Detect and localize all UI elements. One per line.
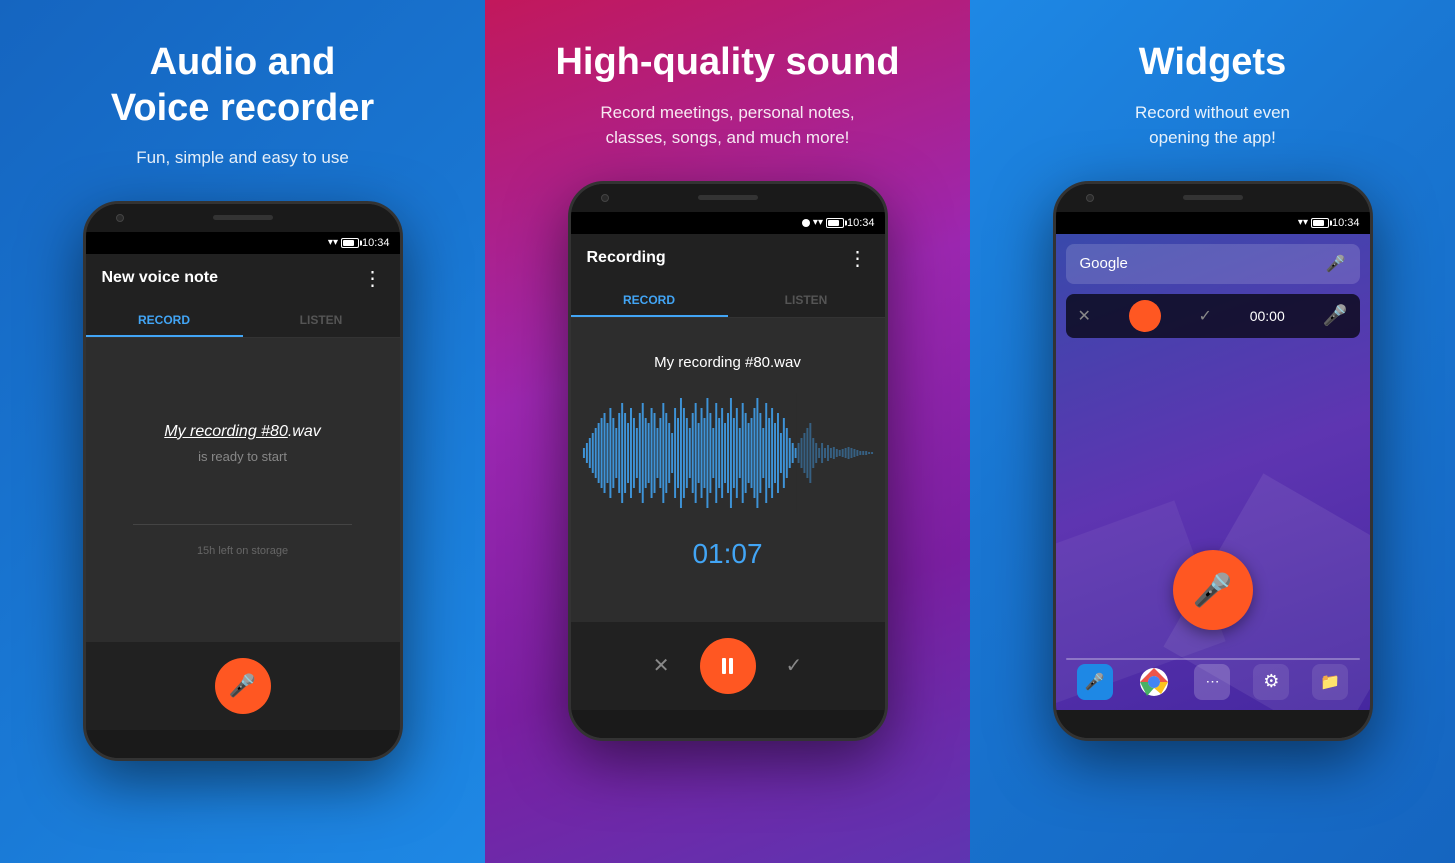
phone-status-bar-1: ▾▾ 10:34: [86, 232, 400, 254]
battery-icon-1: [341, 238, 359, 248]
phone-camera-1: [116, 214, 124, 222]
battery-icon-2: [826, 218, 844, 228]
status-icons-2: ▾▾ 10:34: [802, 217, 875, 229]
panel-1-title: Audio andVoice recorder: [111, 40, 374, 131]
panel-3-title: Widgets: [1139, 40, 1286, 86]
storage-text-1: 15h left on storage: [197, 545, 288, 557]
tabs-bar-1: RECORD LISTEN: [86, 303, 400, 338]
panel-widgets: Widgets Record without evenopening the a…: [970, 0, 1455, 863]
dock-icon-chrome[interactable]: [1136, 664, 1172, 700]
timer-2: 01:07: [692, 538, 762, 570]
wifi-status-3: ▾▾: [1298, 217, 1308, 228]
status-icons-1: ▾▾ 10:34: [328, 237, 390, 249]
widget-recorder-bar[interactable]: ✕ ✓ 00:00 🎤: [1066, 294, 1360, 338]
bottom-controls-2: ✕ ✓: [571, 622, 885, 710]
screen-content-1: My recording #80.wav is ready to start 1…: [86, 338, 400, 642]
waveform-svg-2: [581, 393, 875, 513]
time-3: 10:34: [1332, 217, 1360, 229]
wifi-status-2: ▾▾: [813, 217, 823, 228]
phone-screen-1: New voice note ⋮ RECORD LISTEN My record…: [86, 254, 400, 730]
more-options-1[interactable]: ⋮: [363, 266, 384, 291]
phone-status-bar-2: ▾▾ 10:34: [571, 212, 885, 234]
app-title-2: Recording: [587, 249, 666, 267]
tab-listen-1[interactable]: LISTEN: [243, 303, 400, 337]
confirm-icon-2[interactable]: ✓: [786, 653, 803, 678]
app-title-1: New voice note: [102, 269, 218, 287]
recording-name-underline-1: My recording #80: [164, 423, 288, 440]
panel-2-subtitle: Record meetings, personal notes,classes,…: [600, 100, 854, 151]
app-header-2: Recording ⋮: [571, 234, 885, 283]
bottom-controls-1: 🎤: [86, 642, 400, 730]
widget-screen-3: Google 🎤 ✕ ✓ 00:00 🎤 🎤: [1056, 234, 1370, 710]
widget-check-icon[interactable]: ✓: [1199, 306, 1212, 326]
tab-record-2[interactable]: RECORD: [571, 283, 728, 317]
pause-button-2[interactable]: [700, 638, 756, 694]
widget-mic-icon[interactable]: 🎤: [1323, 303, 1348, 328]
panel-high-quality: High-quality sound Record meetings, pers…: [485, 0, 970, 863]
time-1: 10:34: [362, 237, 390, 249]
tab-record-1[interactable]: RECORD: [86, 303, 243, 337]
time-2: 10:34: [847, 217, 875, 229]
panel-3-subtitle: Record without evenopening the app!: [1135, 100, 1290, 151]
status-icons-3: ▾▾ 10:34: [1298, 217, 1360, 229]
widget-close-icon[interactable]: ✕: [1078, 306, 1091, 326]
phone-speaker-3: [1183, 195, 1243, 200]
phone-speaker-2: [698, 195, 758, 200]
wifi-status-1: ▾▾: [328, 237, 338, 248]
battery-icon-3: [1311, 218, 1329, 228]
phone-camera-3: [1086, 194, 1094, 202]
record-button-1[interactable]: 🎤: [215, 658, 271, 714]
cancel-icon-2[interactable]: ✕: [653, 653, 670, 678]
phone-bottom-bar-2: [571, 710, 885, 738]
phone-mockup-1: ▾▾ 10:34 New voice note ⋮ RECORD LISTEN …: [83, 201, 403, 761]
google-search-bar[interactable]: Google 🎤: [1066, 244, 1360, 284]
tabs-bar-2: RECORD LISTEN: [571, 283, 885, 318]
widget-big-mic-icon: 🎤: [1193, 571, 1233, 609]
recording-name-2: My recording #80.wav: [654, 354, 801, 371]
phone-screen-2: Recording ⋮ RECORD LISTEN My recording #…: [571, 234, 885, 710]
widget-record-dot[interactable]: [1129, 300, 1161, 332]
tab-listen-2[interactable]: LISTEN: [728, 283, 885, 317]
pause-icon-2: [722, 658, 733, 674]
phone-screen-3: Google 🎤 ✕ ✓ 00:00 🎤 🎤: [1056, 234, 1370, 710]
dock-icons: 🎤 ⋯ ⚙: [1066, 664, 1360, 700]
waveform-container-2: [581, 393, 875, 513]
phone-bottom-bar-1: [86, 730, 400, 758]
dock-icon-files[interactable]: 📁: [1312, 664, 1348, 700]
panel-1-subtitle: Fun, simple and easy to use: [136, 145, 349, 171]
screen-content-2: My recording #80.wav: [571, 318, 885, 622]
dock-icon-apps[interactable]: ⋯: [1194, 664, 1230, 700]
phone-camera-2: [601, 194, 609, 202]
chrome-icon: [1139, 667, 1169, 697]
google-mic-icon[interactable]: 🎤: [1326, 254, 1346, 274]
widget-timer: 00:00: [1250, 308, 1285, 324]
recording-name-1: My recording #80.wav: [164, 423, 321, 441]
dock-icon-mic[interactable]: 🎤: [1077, 664, 1113, 700]
phone-top-bar-3: [1056, 184, 1370, 212]
phone-mockup-2: ▾▾ 10:34 Recording ⋮ RECORD LISTEN My re…: [568, 181, 888, 741]
mic-icon-1: 🎤: [229, 673, 256, 699]
dock-divider: [1066, 658, 1360, 660]
app-header-1: New voice note ⋮: [86, 254, 400, 303]
ready-text-1: is ready to start: [198, 449, 287, 464]
more-options-2[interactable]: ⋮: [848, 246, 869, 271]
phone-top-bar-1: [86, 204, 400, 232]
dock-icon-settings[interactable]: ⚙: [1253, 664, 1289, 700]
widget-big-record-btn[interactable]: 🎤: [1173, 550, 1253, 630]
phone-speaker-1: [213, 215, 273, 220]
phone-top-bar-2: [571, 184, 885, 212]
google-label: Google: [1080, 255, 1128, 272]
panel-2-title: High-quality sound: [555, 40, 899, 86]
phone-bottom-bar-3: [1056, 710, 1370, 738]
dot-indicator-2: [802, 219, 810, 227]
panel-audio-recorder: Audio andVoice recorder Fun, simple and …: [0, 0, 485, 863]
recording-ext-1: .wav: [288, 423, 321, 440]
phone-status-bar-3: ▾▾ 10:34: [1056, 212, 1370, 234]
phone-mockup-3: ▾▾ 10:34 Google 🎤 ✕: [1053, 181, 1373, 741]
